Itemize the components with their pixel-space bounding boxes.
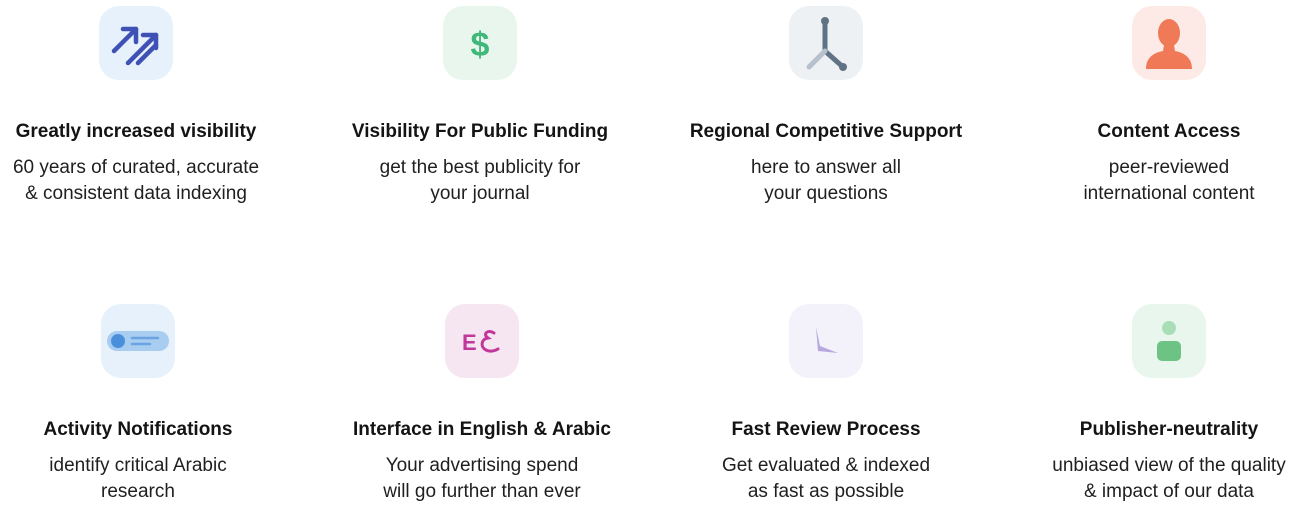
feature-content-access: Content Access peer-reviewed internation…: [1019, 6, 1305, 207]
feature-english-arabic-tile: E: [445, 304, 519, 378]
feature-title: Regional Competitive Support: [689, 121, 963, 142]
feature-description: Your advertising spend will go further t…: [383, 455, 581, 502]
feature-title: Publisher-neutrality: [1079, 419, 1259, 440]
feature-regional-support-tile: [789, 6, 863, 80]
feature-title: Greatly increased visibility: [15, 121, 257, 142]
feature-description: 60 years of curated, accurate & consiste…: [12, 157, 260, 204]
feature-description: get the best publicity for your journal: [379, 157, 581, 204]
feature-description: unbiased view of the quality & impact of…: [1052, 455, 1286, 502]
feature-publisher-neutrality: Publisher-neutrality unbiased view of th…: [1019, 304, 1305, 505]
clock-hands-icon: [806, 17, 847, 71]
feature-title: Activity Notifications: [43, 419, 233, 440]
dollar-icon: $: [471, 26, 490, 64]
language-english-arabic-icon: E: [462, 330, 500, 355]
features-grid: Greatly increased visibility 60 years of…: [0, 0, 1305, 506]
fast-review-icon: [816, 327, 838, 353]
feature-activity-notifications-tile: [101, 304, 175, 378]
notification-toggle-icon: [107, 331, 169, 351]
feature-title: Visibility For Public Funding: [351, 121, 609, 142]
feature-public-funding: $ Visibility For Public Funding get the …: [330, 6, 630, 207]
svg-text:$: $: [471, 26, 490, 64]
feature-regional-support: Regional Competitive Support here to ans…: [676, 6, 976, 207]
feature-activity-notifications: Activity Notifications identify critical…: [0, 304, 288, 505]
feature-description: Get evaluated & indexed as fast as possi…: [721, 455, 931, 502]
feature-fast-review: Fast Review Process Get evaluated & inde…: [676, 304, 976, 505]
feature-visibility-tile: [99, 6, 173, 80]
feature-public-funding-tile: $: [443, 6, 517, 80]
feature-title: Interface in English & Arabic: [353, 419, 611, 440]
feature-description: peer-reviewed international content: [1083, 157, 1255, 204]
trending-arrows-icon: [111, 26, 159, 66]
feature-title: Content Access: [1097, 121, 1241, 142]
person-silhouette-icon: [1146, 19, 1192, 69]
svg-text:E: E: [462, 330, 477, 355]
user-neutral-icon: [1157, 321, 1181, 361]
feature-title: Fast Review Process: [731, 419, 921, 440]
feature-content-access-tile: [1132, 6, 1206, 80]
feature-description: here to answer all your questions: [751, 157, 901, 204]
feature-publisher-neutrality-tile: [1132, 304, 1206, 378]
feature-description: identify critical Arabic research: [49, 455, 227, 502]
feature-english-arabic: E Interface in English & Arabic Your adv…: [332, 304, 632, 505]
feature-visibility: Greatly increased visibility 60 years of…: [0, 6, 286, 207]
feature-fast-review-tile: [789, 304, 863, 378]
